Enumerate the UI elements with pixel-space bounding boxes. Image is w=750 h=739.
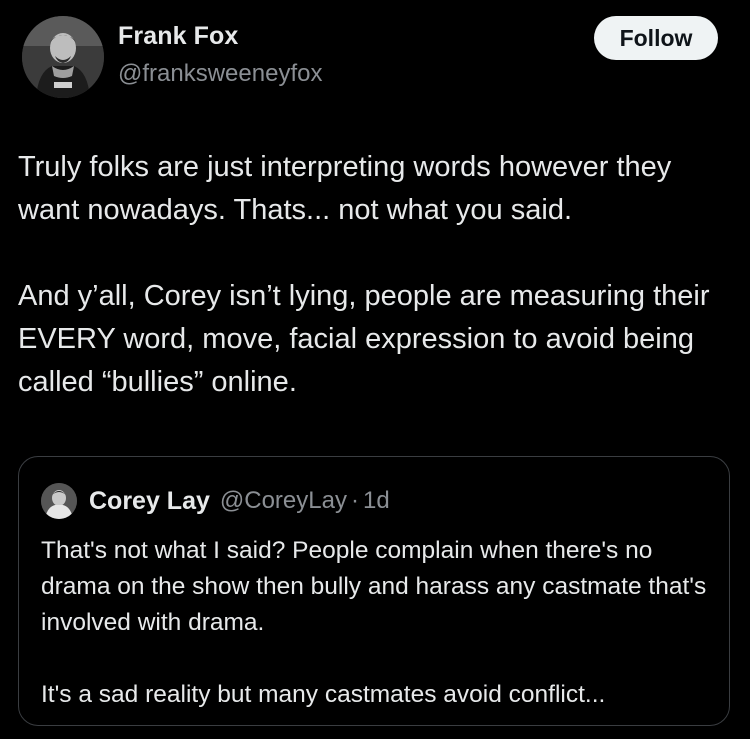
tweet-text: Truly folks are just interpreting words … <box>18 146 730 404</box>
quoted-paragraph: It's a sad reality but many castmates av… <box>41 681 606 708</box>
tweet-paragraph: And y’all, Corey isn’t lying, people are… <box>18 280 710 398</box>
author-handle[interactable]: @franksweeneyfox <box>118 60 322 88</box>
quoted-tweet-header: Corey Lay @CoreyLay · 1d <box>41 483 390 519</box>
quoted-paragraph: That's not what I said? People complain … <box>41 537 707 636</box>
quoted-author-avatar <box>41 483 77 519</box>
avatar-image-icon <box>22 16 104 98</box>
tweet-paragraph: Truly folks are just interpreting words … <box>18 151 672 226</box>
quoted-author-name: Corey Lay <box>89 486 210 515</box>
quoted-avatar-image-icon <box>41 483 77 519</box>
quoted-tweet-card[interactable]: Corey Lay @CoreyLay · 1d That's not what… <box>18 456 730 726</box>
tweet-header: Frank Fox @franksweeneyfox Follow <box>22 16 728 100</box>
quoted-tweet-text: That's not what I said? People complain … <box>41 533 711 713</box>
author-avatar[interactable] <box>22 16 104 98</box>
follow-button[interactable]: Follow <box>594 16 718 60</box>
author-name[interactable]: Frank Fox <box>118 22 238 51</box>
separator-dot: · <box>350 487 359 514</box>
quoted-tweet-timestamp: 1d <box>362 487 390 514</box>
quoted-author-handle: @CoreyLay <box>219 487 347 514</box>
